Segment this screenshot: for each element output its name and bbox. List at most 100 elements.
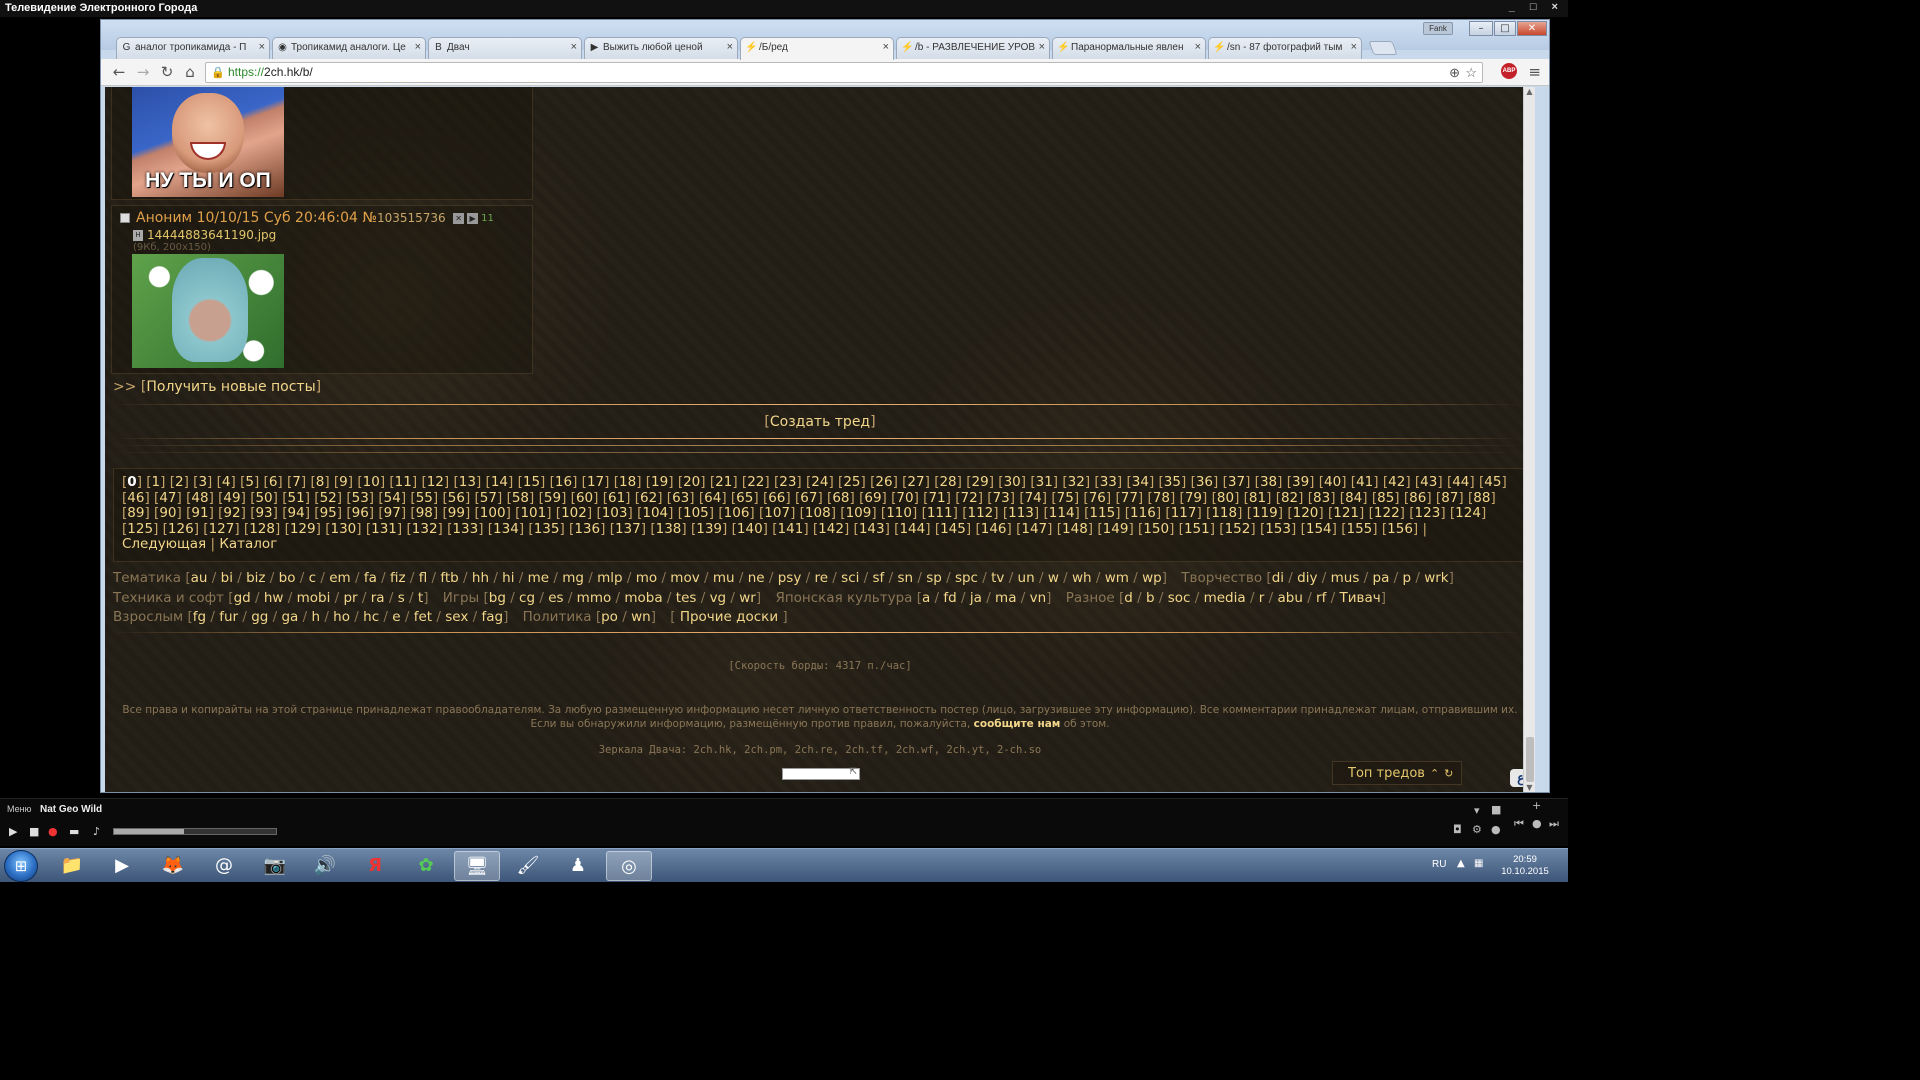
board-link[interactable]: cg [519, 590, 535, 606]
page-number[interactable]: 58 [512, 490, 529, 506]
page-number[interactable]: 41 [1356, 474, 1373, 490]
page-number[interactable]: 25 [843, 474, 860, 490]
page-number[interactable]: 107 [764, 505, 790, 521]
page-number[interactable]: 126 [168, 521, 194, 537]
board-link[interactable]: pr [343, 590, 357, 606]
page-link[interactable]: [83] [1308, 490, 1336, 506]
page-link[interactable]: [79] [1180, 490, 1208, 506]
page-link[interactable]: [44] [1447, 474, 1475, 490]
page-link[interactable]: [40] [1319, 474, 1347, 490]
paint-icon[interactable]: 🖌 [505, 851, 551, 881]
page-number[interactable]: 111 [927, 505, 953, 521]
page-number[interactable]: 67 [800, 490, 817, 506]
tab-6[interactable]: ⚡ Паранормальные явлен × [1052, 37, 1206, 59]
page-link[interactable]: [147] [1016, 521, 1052, 537]
info-icon[interactable]: ● [1491, 823, 1501, 836]
page-number[interactable]: 52 [320, 490, 337, 506]
page-link[interactable]: [59] [539, 490, 567, 506]
page-link[interactable]: [72] [955, 490, 983, 506]
board-link[interactable]: mu [713, 570, 735, 586]
page-number[interactable]: 30 [1004, 474, 1021, 490]
board-link[interactable]: mov [670, 570, 699, 586]
tab-1[interactable]: ◉ Тропикамид аналоги. Це × [272, 37, 426, 59]
board-link[interactable]: t [418, 590, 423, 606]
page-number[interactable]: 87 [1441, 490, 1458, 506]
page-link[interactable]: [57] [475, 490, 503, 506]
page-number[interactable]: 13 [459, 474, 476, 490]
page-link[interactable]: [89] [122, 505, 150, 521]
page-link[interactable]: [102] [556, 505, 592, 521]
page-number[interactable]: 100 [480, 505, 506, 521]
page-link[interactable]: [33] [1094, 474, 1122, 490]
page-number[interactable]: 17 [587, 474, 604, 490]
page-number[interactable]: 115 [1089, 505, 1115, 521]
page-link[interactable]: [107] [759, 505, 795, 521]
page-link[interactable]: [112] [962, 505, 998, 521]
page-number[interactable]: 3 [198, 474, 207, 490]
page-link[interactable]: [122] [1369, 505, 1405, 521]
board-link[interactable]: wrk [1424, 570, 1448, 586]
catalog-link[interactable]: Каталог [219, 536, 277, 553]
page-number[interactable]: 27 [907, 474, 924, 490]
page-link[interactable]: [22] [742, 474, 770, 490]
board-link[interactable]: ho [333, 609, 350, 625]
page-link[interactable]: [77] [1115, 490, 1143, 506]
page-link[interactable]: [82] [1276, 490, 1304, 506]
page-link[interactable]: [13] [453, 474, 481, 490]
board-link[interactable]: e [392, 609, 400, 625]
tab-close-icon[interactable]: × [1351, 41, 1357, 53]
page-number[interactable]: 16 [555, 474, 572, 490]
page-link[interactable]: [63] [667, 490, 695, 506]
board-link[interactable]: hh [472, 570, 489, 586]
tab-close-icon[interactable]: × [883, 41, 889, 53]
page-number[interactable]: 122 [1374, 505, 1400, 521]
page-link[interactable]: [1] [146, 474, 165, 490]
page-link[interactable]: [49] [218, 490, 246, 506]
folder-icon[interactable]: ▬ [69, 825, 79, 838]
page-number[interactable]: 1 [152, 474, 161, 490]
board-link[interactable]: diy [1297, 570, 1317, 586]
board-link[interactable]: ftb [440, 570, 458, 586]
page-number[interactable]: 154 [1306, 521, 1332, 537]
menu-icon[interactable]: ≡ [1528, 63, 1541, 81]
board-link[interactable]: s [398, 590, 405, 606]
page-number[interactable]: 45 [1484, 474, 1501, 490]
page-number[interactable]: 37 [1228, 474, 1245, 490]
board-link[interactable]: a [922, 590, 930, 606]
close-window-button[interactable]: ✕ [1517, 21, 1547, 36]
top-threads-button[interactable]: Топ тредов ⌃ ↻ [1332, 761, 1462, 785]
page-number[interactable]: 14 [491, 474, 508, 490]
board-link[interactable]: fd [943, 590, 956, 606]
page-number[interactable]: 28 [939, 474, 956, 490]
bookmark-star-icon[interactable]: ☆ [1465, 65, 1477, 81]
page-link[interactable]: [93] [250, 505, 278, 521]
board-link[interactable]: ga [281, 609, 298, 625]
board-link[interactable]: me [528, 570, 549, 586]
page-number[interactable]: 42 [1388, 474, 1405, 490]
page-number[interactable]: 124 [1455, 505, 1481, 521]
agent-icon[interactable]: ♟ [555, 851, 601, 881]
page-link[interactable]: [11] [389, 474, 417, 490]
board-link[interactable]: p [1402, 570, 1411, 586]
page-number[interactable]: 94 [288, 505, 305, 521]
board-link[interactable]: c [309, 570, 316, 586]
board-link[interactable]: pa [1373, 570, 1390, 586]
page-number[interactable]: 34 [1132, 474, 1149, 490]
tab-2[interactable]: В Двач × [428, 37, 582, 59]
page-number[interactable]: 138 [656, 521, 682, 537]
tab-5[interactable]: ⚡/b - РАЗВЛЕЧЕНИЕ УРОВ × [896, 37, 1050, 59]
network-icon[interactable]: ▦ [1474, 858, 1483, 869]
get-new-posts-link[interactable]: Получить новые посты [146, 379, 315, 395]
page-link[interactable]: [27] [902, 474, 930, 490]
refresh-icon[interactable]: ↻ [1444, 767, 1453, 780]
board-link[interactable]: tv [991, 570, 1004, 586]
dropdown-icon[interactable]: ▾ [1474, 804, 1480, 817]
board-link[interactable]: sex [445, 609, 468, 625]
page-link[interactable]: [12] [421, 474, 449, 490]
next-icon[interactable]: ⏭ [1549, 817, 1559, 831]
volume-slider[interactable] [113, 828, 277, 835]
page-link[interactable]: [109] [840, 505, 876, 521]
page-number[interactable]: 134 [493, 521, 519, 537]
page-number[interactable]: 120 [1293, 505, 1319, 521]
page-link[interactable]: [48] [186, 490, 214, 506]
